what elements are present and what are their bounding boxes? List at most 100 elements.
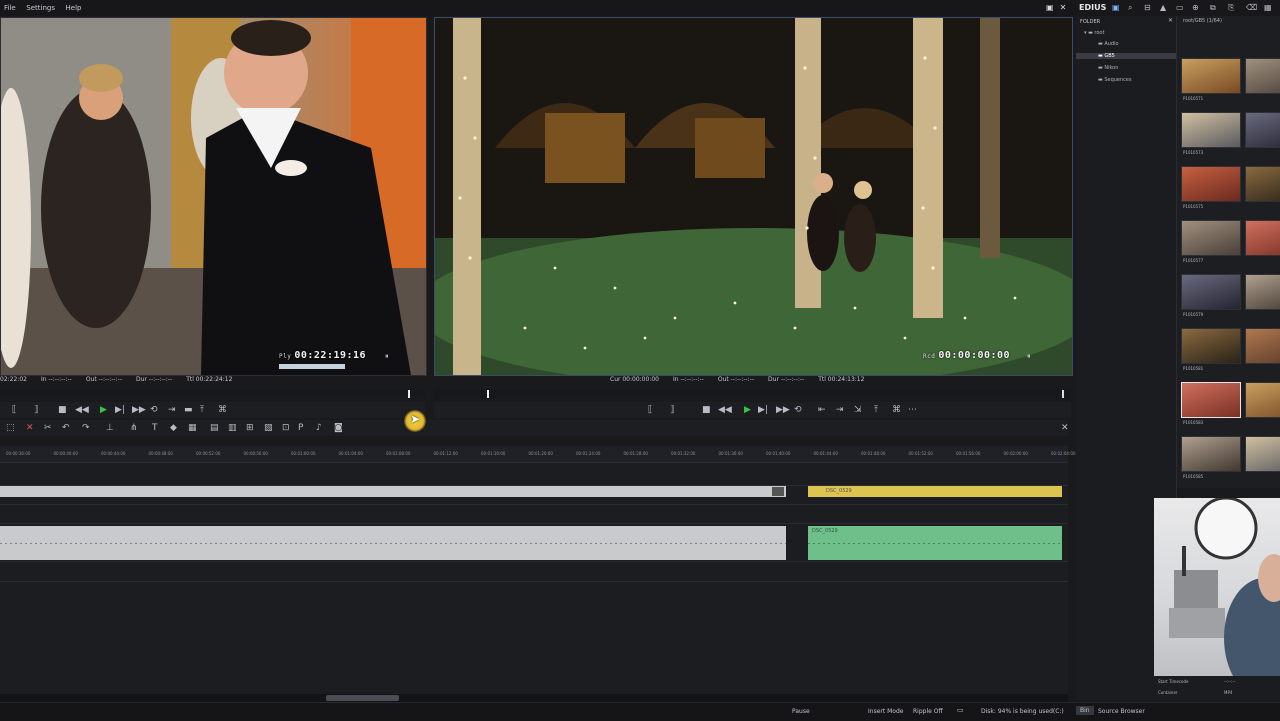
menu-settings[interactable]: Settings	[22, 0, 59, 12]
tab-source-browser[interactable]: Source Browser	[1098, 708, 1145, 715]
player-scrub-bar[interactable]	[0, 389, 425, 399]
video-clip-2[interactable]: DSC_0529	[808, 486, 1062, 497]
clip-thumbnail[interactable]	[1181, 220, 1241, 256]
filter-icon[interactable]: ⊟	[1144, 3, 1151, 12]
clip-thumbnail[interactable]	[1181, 58, 1241, 94]
play-icon[interactable]: ▶	[744, 405, 751, 415]
redo-icon[interactable]: ↷	[82, 423, 90, 433]
clip-thumbnail[interactable]	[1181, 436, 1241, 472]
export-icon[interactable]: ⤒	[200, 405, 204, 415]
insert-icon[interactable]: ⇥	[168, 405, 176, 415]
menu-icon[interactable]: ⌘	[218, 405, 227, 415]
grid-icon[interactable]: ▥	[228, 423, 237, 433]
sequence-icon[interactable]: ▧	[264, 423, 273, 433]
timeline-scrollbar[interactable]	[0, 694, 1068, 702]
clip-thumbnail[interactable]	[1181, 166, 1241, 202]
clip-thumbnail[interactable]	[1181, 328, 1241, 364]
clip-thumbnail[interactable]	[1245, 328, 1280, 364]
copy-icon[interactable]: ⧉	[1210, 3, 1216, 13]
clip-thumbnail[interactable]	[1245, 112, 1280, 148]
bin-view-icon[interactable]: ▣	[1112, 3, 1120, 12]
set-in-icon[interactable]: ⟦	[648, 405, 652, 415]
search-icon[interactable]: ⌕	[1128, 3, 1132, 13]
ripple-delete-icon[interactable]: ⇲	[854, 405, 862, 415]
cut-icon[interactable]: ✂	[44, 423, 52, 433]
up-icon[interactable]: ▲	[1160, 3, 1166, 12]
timeline-ruler[interactable]: 00:00:36:00 00:00:40:00 00:00:44:00 00:00:4…	[0, 446, 1075, 463]
fast-forward-icon[interactable]: ▶▶	[132, 405, 146, 415]
fast-forward-icon[interactable]: ▶▶	[776, 405, 790, 415]
rewind-icon[interactable]: ◀◀	[75, 405, 89, 415]
pin-icon[interactable]: P	[298, 423, 303, 433]
mixer-icon[interactable]: ⊞	[246, 423, 254, 433]
play-icon[interactable]: ▶	[100, 405, 107, 415]
folder-nikon[interactable]: ▬ Nikon	[1098, 65, 1118, 71]
ripple-toggle[interactable]: Ripple Off	[913, 708, 943, 715]
folder-audio[interactable]: ▬ Audio	[1098, 41, 1119, 47]
stop-icon[interactable]: ■	[702, 405, 711, 415]
insert-mode-toggle[interactable]: Insert Mode	[868, 708, 903, 715]
audio-clip-2[interactable]: DSC_0529	[808, 526, 1062, 560]
rewind-icon[interactable]: ◀◀	[718, 405, 732, 415]
audio-clip-1[interactable]	[0, 526, 786, 560]
camera-icon[interactable]: ◙	[334, 423, 343, 433]
audio-icon[interactable]: ♪	[316, 423, 322, 433]
new-item-icon[interactable]: ⊕	[1192, 3, 1199, 12]
overwrite-icon[interactable]: ▬	[184, 405, 193, 415]
delete-icon[interactable]: ✕	[26, 423, 34, 433]
next-frame-icon[interactable]: ▶|	[115, 405, 125, 415]
menu-help[interactable]: Help	[62, 0, 86, 12]
title-icon[interactable]: T	[152, 423, 158, 433]
more-icon[interactable]: ⋯	[908, 405, 917, 415]
set-out-icon[interactable]: ⟧	[670, 405, 674, 415]
menu-file[interactable]: File	[0, 0, 20, 12]
clip-thumbnail[interactable]	[1245, 436, 1280, 472]
close-icon[interactable]: ✕	[1060, 3, 1073, 12]
export-icon[interactable]: ⤒	[874, 405, 878, 415]
jump-out-icon[interactable]: ⇥	[836, 405, 844, 415]
folder-sequences[interactable]: ▬ Sequences	[1098, 77, 1132, 83]
stop-icon[interactable]: ■	[58, 405, 67, 415]
monitor-icon[interactable]: ▭	[957, 706, 964, 714]
restore-icon[interactable]: ▣	[1046, 3, 1060, 12]
folder-icon[interactable]: ▭	[1176, 3, 1184, 12]
clip-thumbnail[interactable]	[1245, 166, 1280, 202]
set-in-icon[interactable]: ⟦	[12, 405, 16, 415]
player-viewer[interactable]: Ply 00:22:19:16 ⏸	[0, 17, 427, 376]
paste-icon[interactable]: ⎘	[1228, 3, 1234, 13]
clip-thumbnail[interactable]	[1245, 274, 1280, 310]
close-icon[interactable]: ✕	[1061, 423, 1069, 433]
undo-icon[interactable]: ↶	[62, 423, 70, 433]
folder-gb5[interactable]: ▬ GB5	[1076, 53, 1176, 59]
clip-thumbnail[interactable]	[1181, 382, 1241, 418]
timeline-scrollbar-thumb[interactable]	[326, 695, 399, 701]
render-icon[interactable]: ▦	[188, 423, 197, 433]
player-playhead[interactable]	[408, 390, 410, 398]
clip-thumbnail[interactable]	[1245, 382, 1280, 418]
layout-icon[interactable]: ▤	[210, 423, 219, 433]
jump-in-icon[interactable]: ⇤	[818, 405, 826, 415]
folder-root[interactable]: ▾ ▬ root	[1084, 30, 1104, 36]
marker-icon[interactable]: ◆	[170, 423, 177, 433]
close-icon[interactable]: ✕	[1168, 17, 1173, 24]
sync-icon[interactable]: ⊡	[282, 423, 290, 433]
clip-thumbnail[interactable]	[1181, 112, 1241, 148]
delete-icon[interactable]: ⌫	[1246, 3, 1257, 12]
select-tool-icon[interactable]: ⬚	[6, 423, 15, 433]
recorder-viewer[interactable]: Rcd 00:00:00:00 ⏸	[434, 17, 1073, 376]
tab-bin[interactable]: Bin	[1076, 706, 1094, 715]
loop-icon[interactable]: ⟲	[794, 405, 802, 415]
clip-thumbnail[interactable]	[1245, 58, 1280, 94]
view-mode-icon[interactable]: ▦	[1264, 3, 1272, 12]
loop-icon[interactable]: ⟲	[150, 405, 158, 415]
snap-icon[interactable]: ⋔	[130, 423, 138, 433]
clip-thumbnail[interactable]	[1181, 274, 1241, 310]
recorder-scrub-bar[interactable]	[434, 389, 1071, 399]
video-clip-1[interactable]	[0, 486, 786, 497]
timeline-tracks[interactable]: DSC_0529 DSC_0529	[0, 463, 1068, 695]
clip-thumbnail[interactable]	[1245, 220, 1280, 256]
recorder-playhead[interactable]	[487, 390, 489, 398]
menu-icon[interactable]: ⌘	[892, 405, 901, 415]
split-icon[interactable]: ⊥	[106, 423, 114, 433]
set-out-icon[interactable]: ⟧	[34, 405, 38, 415]
